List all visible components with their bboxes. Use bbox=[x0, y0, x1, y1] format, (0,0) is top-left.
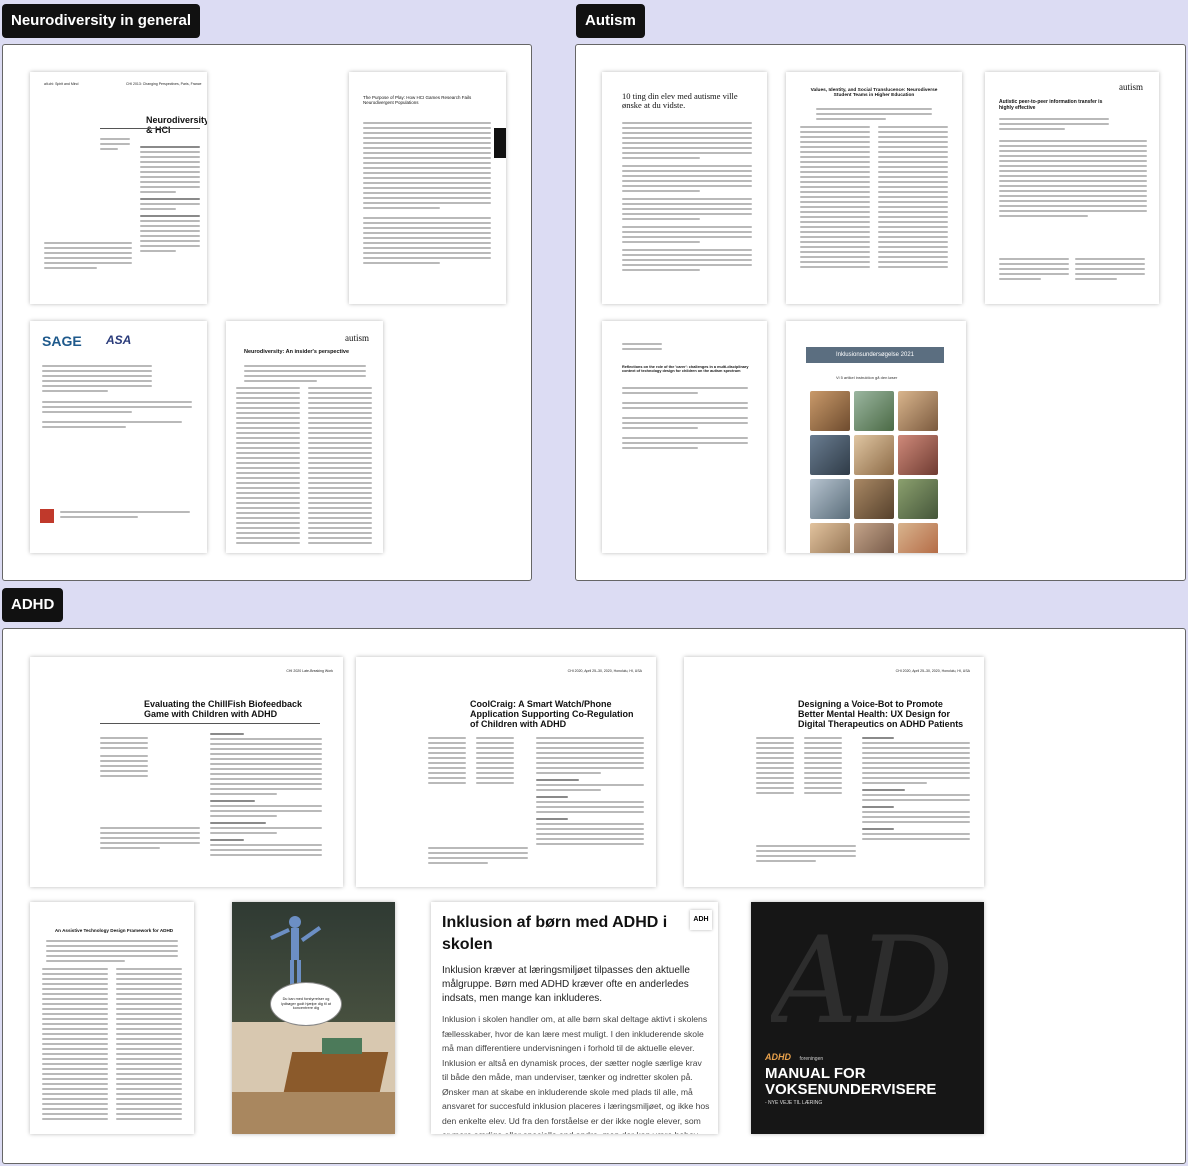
brand-small: foreningen bbox=[799, 1056, 824, 1062]
doc-header-left: alt.chi: Spirit and Mind bbox=[44, 82, 79, 86]
subtitle: Vi 5 artikel instruktion gå den løser bbox=[836, 375, 898, 380]
doc-title: The Purpose of Play: How HCI Games Resea… bbox=[363, 95, 472, 105]
child-photo bbox=[854, 391, 894, 431]
doc-header: CHI 2020 Late-Breaking Work bbox=[286, 669, 333, 673]
doc-manual-voksenundervisere[interactable]: AD ADHD foreningen MANUAL FOR VOKSENUNDE… bbox=[751, 902, 984, 1134]
doc-10-ting-autisme[interactable]: 10 ting din elev med autisme ville ønske… bbox=[602, 72, 767, 304]
doc-title: An Assistive Technology Design Framework… bbox=[54, 928, 174, 933]
doc-header: CHI 2020, April 25–30, 2020, Honolulu, H… bbox=[895, 669, 970, 673]
doc-chillfish[interactable]: CHI 2020 Late-Breaking Work Evaluating t… bbox=[30, 657, 343, 887]
doc-title: Neurodiversity: An insider's perspective bbox=[244, 349, 350, 355]
sage-logo: SAGE bbox=[42, 333, 82, 349]
brand-text: ADHD bbox=[765, 1052, 791, 1062]
asa-logo: ASA bbox=[106, 333, 132, 347]
section-label-adhd: ADHD bbox=[2, 588, 64, 622]
doc-title: Values, Identity, and Social Translucenc… bbox=[810, 88, 938, 99]
doc-subtitle: - NYE VEJE TIL LÆRING bbox=[765, 1100, 823, 1106]
doc-title: Designing a Voice-Bot to Promote Better … bbox=[798, 699, 964, 729]
doc-purpose-of-play[interactable]: The Purpose of Play: How HCI Games Resea… bbox=[349, 72, 506, 304]
doc-title: Evaluating the ChillFish Biofeedback Gam… bbox=[144, 699, 303, 719]
doc-title: MANUAL FOR VOKSENUNDERVISERE bbox=[765, 1065, 937, 1098]
doc-header: CHI 2020, April 25–30, 2020, Honolulu, H… bbox=[567, 669, 642, 673]
doc-title: Inklusion af børn med ADHD i skolen bbox=[442, 914, 668, 953]
doc-reflections-carer[interactable]: Reflections on the role of the 'carer': … bbox=[602, 321, 767, 553]
banner: Inklusionsundersøgelse 2021 bbox=[806, 347, 944, 363]
doc-voice-bot[interactable]: CHI 2020, April 25–30, 2020, Honolulu, H… bbox=[684, 657, 984, 887]
doc-header-right: CHI 2013: Changing Perspectives, Paris, … bbox=[126, 82, 202, 86]
doc-lead: Inklusion kræver at læringsmiljøet tilpa… bbox=[442, 965, 690, 1004]
adhd-logo-badge: ADH bbox=[690, 910, 712, 930]
section-label-neurodiversity: Neurodiversity in general bbox=[2, 4, 201, 38]
doc-body: Inklusion i skolen handler om, at alle b… bbox=[442, 1014, 710, 1134]
doc-classroom-illustration[interactable]: Du kan med forstyrrelser og lydbøger god… bbox=[232, 902, 395, 1134]
floor bbox=[232, 1092, 395, 1134]
desk-books bbox=[322, 1038, 362, 1054]
photo-grid bbox=[810, 391, 938, 553]
speech-bubble-text: Du kan med forstyrrelser og lydbøger god… bbox=[281, 997, 331, 1011]
doc-title: Autistic peer-to-peer information transf… bbox=[999, 99, 1103, 111]
doc-neurodiversity-hci[interactable]: alt.chi: Spirit and Mind CHI 2013: Chang… bbox=[30, 72, 207, 304]
cover-art: AD bbox=[771, 912, 954, 1051]
child-photo bbox=[810, 479, 850, 519]
doc-title: Reflections on the role of the 'carer': … bbox=[622, 365, 749, 374]
child-photo bbox=[810, 391, 850, 431]
autism-logo: autism bbox=[1119, 82, 1143, 92]
child-photo bbox=[898, 391, 938, 431]
child-photo bbox=[854, 523, 894, 553]
child-photo bbox=[810, 523, 850, 553]
doc-autistic-peer-transfer[interactable]: autism Autistic peer-to-peer information… bbox=[985, 72, 1159, 304]
doc-inklusionsundersogelse[interactable]: Inklusionsundersøgelse 2021 Vi 5 artikel… bbox=[786, 321, 966, 553]
desk bbox=[283, 1052, 389, 1092]
adhd-logo-text: ADH bbox=[693, 916, 709, 923]
banner-text: Inklusionsundersøgelse 2021 bbox=[835, 352, 915, 358]
doc-inklusion-adhd[interactable]: ADH Inklusion af børn med ADHD i skolen … bbox=[431, 902, 718, 1134]
child-photo bbox=[854, 435, 894, 475]
doc-title: CoolCraig: A Smart Watch/Phone Applicati… bbox=[470, 699, 634, 729]
doc-coolcraig[interactable]: CHI 2020, April 25–30, 2020, Honolulu, H… bbox=[356, 657, 656, 887]
child-photo bbox=[898, 479, 938, 519]
autism-logo: autism bbox=[345, 333, 369, 343]
section-label-autism: Autism bbox=[576, 4, 645, 38]
child-photo bbox=[810, 435, 850, 475]
child-photo bbox=[898, 435, 938, 475]
child-photo bbox=[898, 523, 938, 553]
doc-neurodiversity-insider[interactable]: autism Neurodiversity: An insider's pers… bbox=[226, 321, 383, 553]
doc-assistive-framework[interactable]: An Assistive Technology Design Framework… bbox=[30, 902, 194, 1134]
brand-mark: ADHD foreningen bbox=[765, 1052, 823, 1062]
child-photo bbox=[854, 479, 894, 519]
doc-sage-asa[interactable]: SAGE ASA bbox=[30, 321, 207, 553]
doc-values-identity[interactable]: Values, Identity, and Social Translucenc… bbox=[786, 72, 962, 304]
doc-title: Neurodiversity & HCI bbox=[146, 115, 207, 135]
speech-bubble: Du kan med forstyrrelser og lydbøger god… bbox=[270, 982, 342, 1026]
doc-title: 10 ting din elev med autisme ville ønske… bbox=[622, 91, 738, 111]
